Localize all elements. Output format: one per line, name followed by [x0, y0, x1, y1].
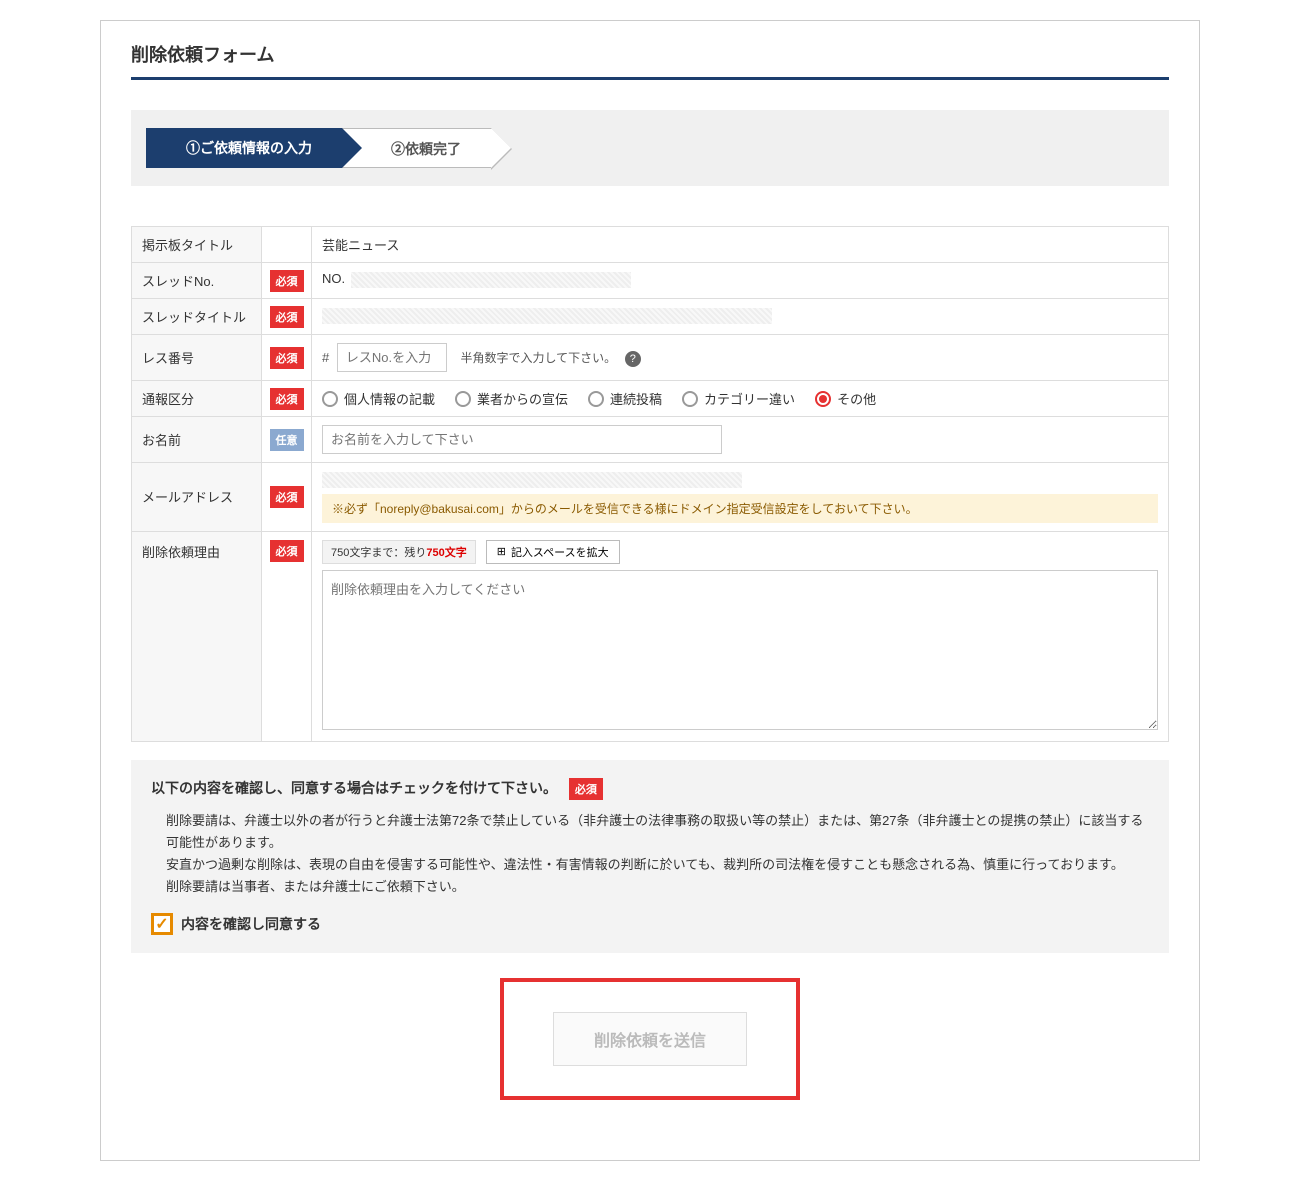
board-title-value: 芸能ニュース — [312, 227, 1169, 263]
thread-title-redacted — [322, 308, 772, 324]
required-badge: 必須 — [270, 347, 304, 369]
report-type-option[interactable]: その他 — [815, 389, 876, 408]
radio-icon — [588, 391, 604, 407]
agreement-heading: 以下の内容を確認し、同意する場合はチェックを付けて下さい。 必須 — [151, 778, 1149, 800]
radio-label: 連続投稿 — [610, 389, 662, 408]
report-type-option[interactable]: 連続投稿 — [588, 389, 662, 408]
required-badge: 必須 — [270, 388, 304, 410]
res-no-hint: 半角数字で入力して下さい。 — [460, 351, 616, 365]
hash-symbol: # — [322, 350, 329, 365]
email-note: ※必ず「noreply@bakusai.com」からのメールを受信できる様にドメ… — [322, 494, 1158, 523]
radio-label: 個人情報の記載 — [344, 389, 435, 408]
agreement-checkbox[interactable] — [151, 913, 173, 935]
radio-icon — [682, 391, 698, 407]
agreement-checkbox-label[interactable]: 内容を確認し同意する — [151, 913, 1149, 935]
char-count: 750文字まで：残り750文字 — [322, 540, 476, 564]
report-type-option[interactable]: 個人情報の記載 — [322, 389, 435, 408]
page-title: 削除依頼フォーム — [131, 41, 1169, 80]
email-label: メールアドレス — [132, 463, 262, 532]
required-badge: 必須 — [569, 778, 603, 800]
progress-bar: ①ご依頼情報の入力 ②依頼完了 — [131, 110, 1169, 186]
optional-badge: 任意 — [270, 429, 304, 451]
required-badge: 必須 — [270, 306, 304, 328]
radio-label: 業者からの宣伝 — [477, 389, 568, 408]
name-label: お名前 — [132, 417, 262, 463]
radio-label: その他 — [837, 389, 876, 408]
help-icon[interactable]: ? — [625, 351, 641, 367]
submit-button[interactable]: 削除依頼を送信 — [553, 1012, 747, 1066]
board-title-label: 掲示板タイトル — [132, 227, 262, 263]
reason-textarea[interactable] — [322, 570, 1158, 730]
required-badge: 必須 — [270, 540, 304, 562]
res-no-label: レス番号 — [132, 335, 262, 381]
agreement-body: 削除要請は、弁護士以外の者が行うと弁護士法第72条で禁止している（非弁護士の法律… — [166, 810, 1149, 898]
thread-no-label: スレッドNo. — [132, 263, 262, 299]
reason-label: 削除依頼理由 — [132, 531, 262, 741]
report-type-radio-group: 個人情報の記載 業者からの宣伝 連続投稿 カテゴリー違い その他 — [322, 389, 1158, 408]
thread-no-redacted — [351, 272, 631, 288]
report-type-label: 通報区分 — [132, 381, 262, 417]
submit-highlight-box: 削除依頼を送信 — [500, 978, 800, 1100]
report-type-option[interactable]: カテゴリー違い — [682, 389, 795, 408]
progress-step-1: ①ご依頼情報の入力 — [146, 128, 342, 168]
required-badge: 必須 — [270, 486, 304, 508]
radio-icon — [455, 391, 471, 407]
plus-icon: ⊞ — [497, 545, 506, 558]
expand-textarea-button[interactable]: ⊞ 記入スペースを拡大 — [486, 540, 620, 564]
email-redacted — [322, 472, 742, 488]
res-no-input[interactable] — [337, 343, 447, 372]
radio-icon — [815, 391, 831, 407]
agreement-box: 以下の内容を確認し、同意する場合はチェックを付けて下さい。 必須 削除要請は、弁… — [131, 760, 1169, 954]
radio-icon — [322, 391, 338, 407]
thread-title-label: スレッドタイトル — [132, 299, 262, 335]
radio-label: カテゴリー違い — [704, 389, 795, 408]
report-type-option[interactable]: 業者からの宣伝 — [455, 389, 568, 408]
thread-title-value — [312, 299, 1169, 335]
name-input[interactable] — [322, 425, 722, 454]
required-badge: 必須 — [270, 270, 304, 292]
form-table: 掲示板タイトル 芸能ニュース スレッドNo. 必須 NO. スレッドタイトル 必… — [131, 226, 1169, 742]
form-container: 削除依頼フォーム ①ご依頼情報の入力 ②依頼完了 掲示板タイトル 芸能ニュース … — [100, 20, 1200, 1161]
thread-no-value: NO. — [312, 263, 1169, 299]
progress-step-2: ②依頼完了 — [341, 128, 492, 168]
